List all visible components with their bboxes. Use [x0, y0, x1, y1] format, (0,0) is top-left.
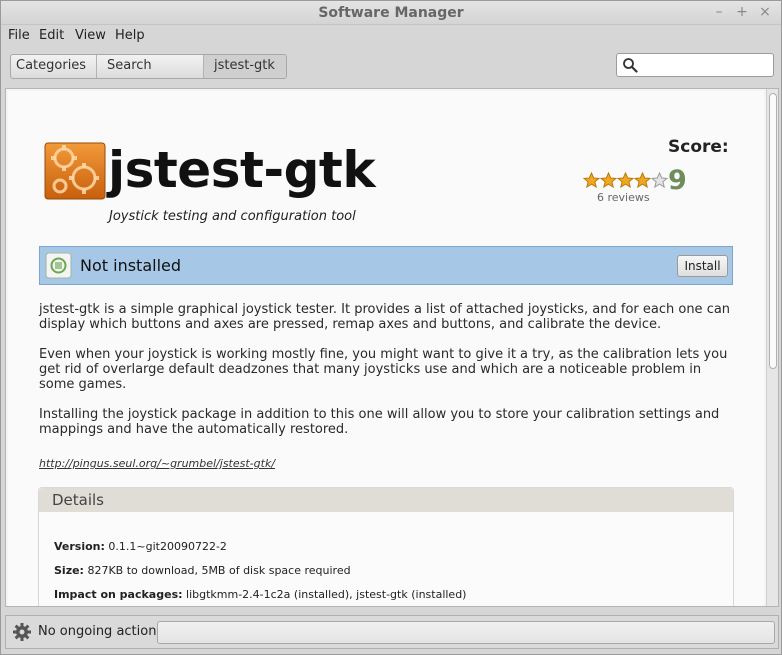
- breadcrumb-current-app[interactable]: jstest-gtk: [204, 55, 286, 78]
- detail-impact: Impact on packages: libgtkmm-2.4-1c2a (i…: [54, 588, 466, 601]
- homepage-link[interactable]: http://pingus.seul.org/~grumbel/jstest-g…: [39, 457, 275, 470]
- window-title: Software Manager: [318, 5, 464, 21]
- app-title: jstest-gtk: [108, 141, 376, 199]
- detail-label: Impact on packages:: [54, 588, 183, 601]
- search-icon: [623, 58, 638, 73]
- details-panel: Details Version: 0.1.1~git20090722-2 Siz…: [38, 487, 734, 606]
- search-box[interactable]: [616, 53, 774, 77]
- app-details-page: jstest-gtk Joystick testing and configur…: [8, 91, 764, 606]
- titlebar[interactable]: Software Manager – + ×: [1, 1, 781, 25]
- menubar: File Edit View Help: [1, 25, 781, 47]
- breadcrumb-categories[interactable]: Categories: [11, 55, 97, 78]
- description-paragraph: Even when your joystick is working mostl…: [39, 347, 728, 392]
- menu-edit[interactable]: Edit: [39, 28, 64, 43]
- progress-bar: [157, 621, 775, 644]
- install-status-text: Not installed: [80, 256, 182, 275]
- score-value: 9: [668, 165, 687, 196]
- close-icon[interactable]: ×: [757, 4, 773, 20]
- vertical-scrollbar[interactable]: [766, 89, 778, 606]
- star-empty-icon: [651, 172, 668, 189]
- star-filled-icon: [583, 172, 600, 189]
- maximize-icon[interactable]: +: [734, 4, 750, 20]
- scrollbar-thumb[interactable]: [769, 93, 777, 369]
- rating-stars: [583, 172, 668, 190]
- details-header: Details: [39, 488, 733, 512]
- app-gears-icon: [44, 142, 106, 200]
- details-title: Details: [52, 491, 105, 509]
- app-summary: Joystick testing and configuration tool: [109, 209, 356, 224]
- description-paragraph: jstest-gtk is a simple graphical joystic…: [39, 302, 731, 332]
- star-filled-icon: [600, 172, 617, 189]
- detail-size: Size: 827KB to download, 5MB of disk spa…: [54, 564, 351, 577]
- app-details-view: jstest-gtk Joystick testing and configur…: [5, 88, 779, 607]
- menu-help[interactable]: Help: [115, 28, 145, 43]
- menu-view[interactable]: View: [75, 28, 106, 43]
- menu-file[interactable]: File: [8, 28, 30, 43]
- detail-value: 0.1.1~git20090722-2: [108, 540, 227, 553]
- star-filled-icon: [634, 172, 651, 189]
- software-manager-window: Software Manager – + × File Edit View He…: [0, 0, 782, 655]
- install-status-bar: Not installed Install: [39, 246, 733, 285]
- breadcrumb-search-results[interactable]: Search results: [97, 55, 204, 78]
- detail-label: Version:: [54, 540, 105, 553]
- gear-icon[interactable]: [12, 622, 32, 642]
- description-paragraph: Installing the joystick package in addit…: [39, 407, 720, 437]
- detail-value: libgtkmm-2.4-1c2a (installed), jstest-gt…: [186, 588, 467, 601]
- review-count[interactable]: 6 reviews: [597, 191, 650, 204]
- search-input[interactable]: [641, 56, 769, 74]
- status-message: No ongoing actions: [38, 624, 164, 639]
- breadcrumb: Categories Search results jstest-gtk: [10, 54, 287, 79]
- statusbar: No ongoing actions: [5, 615, 779, 649]
- detail-label: Size:: [54, 564, 84, 577]
- detail-value: 827KB to download, 5MB of disk space req…: [87, 564, 351, 577]
- detail-version: Version: 0.1.1~git20090722-2: [54, 540, 227, 553]
- minimize-icon[interactable]: –: [711, 4, 727, 20]
- install-button[interactable]: Install: [677, 255, 728, 277]
- star-filled-icon: [617, 172, 634, 189]
- toolbar: Categories Search results jstest-gtk: [1, 47, 781, 85]
- package-icon: [45, 252, 72, 279]
- score-label: Score:: [668, 137, 729, 157]
